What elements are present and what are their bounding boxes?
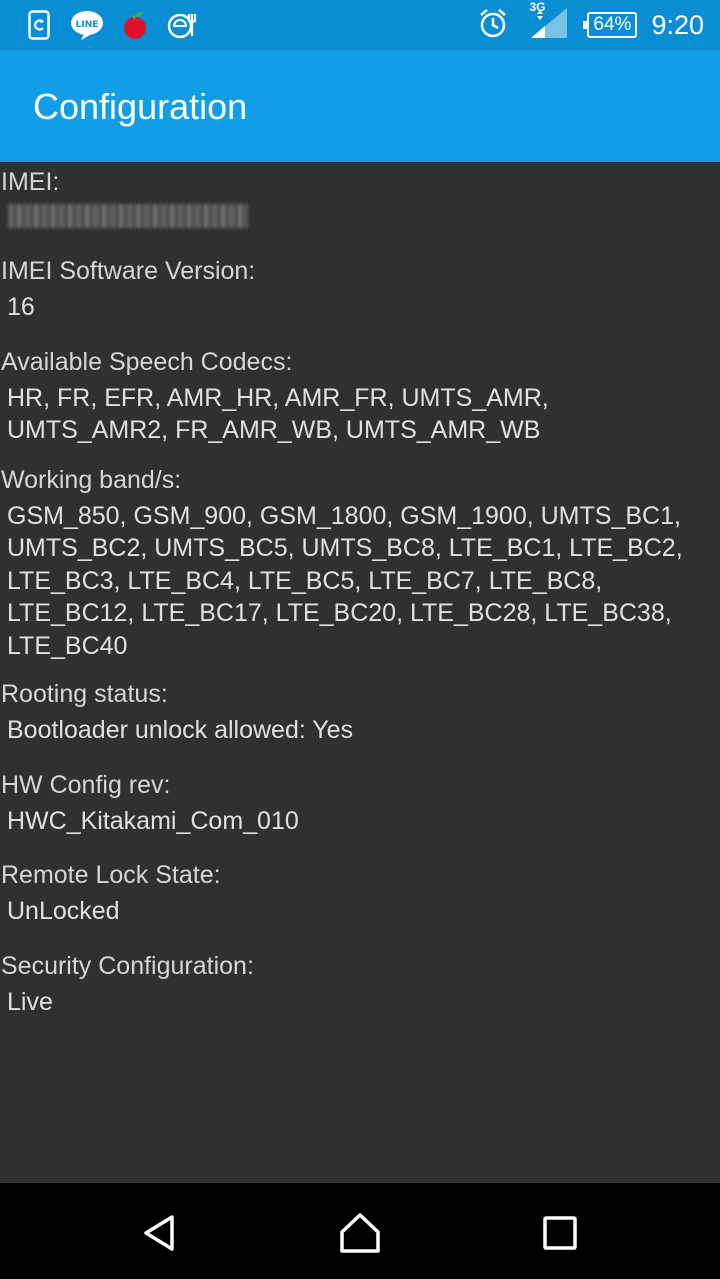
network-type: 3G: [529, 0, 546, 14]
home-button[interactable]: [338, 1211, 382, 1255]
hw-config-value: HWC_Kitakami_Com_010: [7, 806, 299, 835]
back-button[interactable]: [138, 1211, 182, 1255]
security-config-label: Security Configuration:: [1, 951, 254, 980]
svg-text:LINE: LINE: [76, 20, 99, 30]
navigation-bar: [0, 1183, 720, 1279]
app-bar: Configuration: [0, 50, 720, 162]
sync-icon: [22, 8, 56, 42]
line-icon: LINE: [70, 8, 104, 42]
battery-level: 64%: [593, 14, 632, 35]
alarm-icon: [477, 7, 509, 44]
status-bar: LINE 3G 64% 9:20: [0, 0, 720, 50]
imei-sv-value: 16: [7, 293, 35, 321]
imei-label: IMEI:: [1, 168, 60, 196]
remote-lock-value: UnLocked: [7, 897, 120, 925]
working-bands-line: LTE_BC40: [7, 631, 128, 660]
speech-codecs-line: HR, FR, EFR, AMR_HR, AMR_FR, UMTS_AMR,: [7, 383, 549, 412]
speech-codecs-line: UMTS_AMR2, FR_AMR_WB, UMTS_AMR_WB: [7, 416, 541, 444]
back-icon: [144, 1215, 174, 1251]
config-list: IMEI: IMEI Software Version: 16 Availabl…: [0, 162, 720, 1018]
imei-sv-label: IMEI Software Version:: [1, 257, 256, 285]
recents-button[interactable]: [538, 1211, 582, 1255]
imei-value-blurred: [0, 198, 720, 235]
working-bands-line: LTE_BC3, LTE_BC4, LTE_BC5, LTE_BC7, LTE_…: [7, 566, 603, 595]
rooting-status-value: Bootloader unlock allowed: Yes: [7, 716, 354, 744]
working-bands-line: UMTS_BC2, UMTS_BC5, UMTS_BC8, LTE_BC1, L…: [7, 534, 683, 562]
working-bands-line: LTE_BC12, LTE_BC17, LTE_BC20, LTE_BC28, …: [7, 599, 672, 627]
clock: 9:20: [651, 9, 704, 40]
home-icon: [340, 1213, 380, 1253]
remote-lock-label: Remote Lock State:: [1, 861, 221, 889]
security-config-value: Live: [7, 987, 53, 1016]
page-title: Configuration: [33, 86, 248, 127]
food-icon: [166, 8, 200, 42]
speech-codecs-label: Available Speech Codecs:: [1, 347, 293, 376]
signal-icon: 3G: [529, 0, 569, 45]
working-bands-line: GSM_850, GSM_900, GSM_1800, GSM_1900, UM…: [7, 501, 681, 530]
working-bands-label: Working band/s:: [1, 465, 182, 494]
recents-icon: [543, 1216, 577, 1250]
battery-indicator: 64%: [583, 12, 638, 38]
hw-config-label: HW Config rev:: [1, 770, 171, 799]
rooting-status-label: Rooting status:: [1, 680, 168, 708]
apple-icon: [118, 8, 152, 42]
